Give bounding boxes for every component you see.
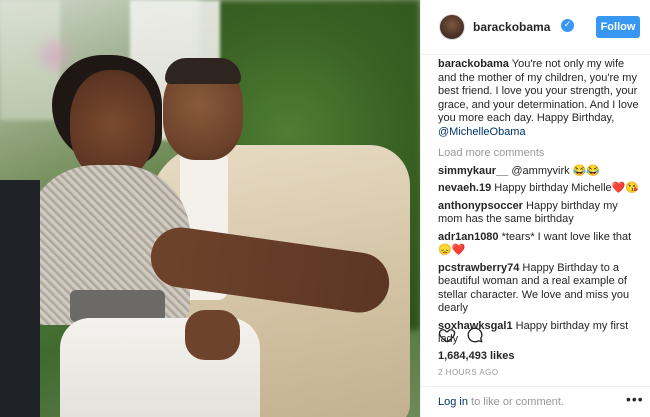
comment-text: Happy birthday Michelle❤️😘 xyxy=(491,182,640,194)
post-photo[interactable] xyxy=(0,0,420,417)
photo-bokeh-flower xyxy=(40,40,70,70)
photo-left-shadow xyxy=(0,180,40,417)
login-link[interactable]: Log in xyxy=(438,396,468,408)
post-side-panel: barackobama ✓ Follow barackobama You're … xyxy=(420,0,650,417)
comment-username[interactable]: simmykaur__ xyxy=(438,165,508,177)
comment-item: anthonypsoccer Happy birthday my mom has… xyxy=(438,200,643,227)
comment-item: simmykaur__ @ammyvirk 😂😂 xyxy=(438,165,643,179)
comment-username[interactable]: nevaeh.19 xyxy=(438,182,491,194)
photo-man-hand xyxy=(185,310,240,360)
more-options-icon[interactable]: ••• xyxy=(626,391,644,407)
post-timestamp: 2 HOURS AGO xyxy=(438,368,499,377)
header-username[interactable]: barackobama xyxy=(473,20,550,34)
photo-woman-head xyxy=(70,70,155,180)
photo-man-hair xyxy=(165,58,241,84)
login-prompt: Log in to like or comment. xyxy=(438,396,564,408)
login-prompt-text: to like or comment. xyxy=(467,396,564,408)
comment-username[interactable]: adr1an1080 xyxy=(438,231,499,243)
caption-username[interactable]: barackobama xyxy=(438,58,509,70)
comment-item: nevaeh.19 Happy birthday Michelle❤️😘 xyxy=(438,182,643,196)
comment-item: pcstrawberry74 Happy Birthday to a beaut… xyxy=(438,262,643,316)
comment-item: adr1an1080 *tears* I want love like that… xyxy=(438,231,643,258)
comment-username[interactable]: anthonypsoccer xyxy=(438,200,523,212)
post-header: barackobama ✓ Follow xyxy=(421,0,650,55)
load-more-comments-link[interactable]: Load more comments xyxy=(438,147,643,161)
verified-badge-icon: ✓ xyxy=(561,19,574,32)
comment-text: @ammyvirk 😂😂 xyxy=(508,164,601,177)
comment-username[interactable]: pcstrawberry74 xyxy=(438,262,519,274)
comment-icon[interactable] xyxy=(466,326,484,344)
follow-button[interactable]: Follow xyxy=(596,16,640,38)
comments-section: barackobama You're not only my wife and … xyxy=(438,58,643,347)
post-caption: barackobama You're not only my wife and … xyxy=(438,58,643,139)
caption-mention-link[interactable]: @MichelleObama xyxy=(438,126,526,138)
likes-count[interactable]: 1,684,493 likes xyxy=(438,350,514,362)
post-footer: Log in to like or comment. ••• xyxy=(421,386,650,417)
post-actions xyxy=(438,326,498,344)
heart-icon[interactable] xyxy=(438,326,456,344)
avatar[interactable] xyxy=(439,14,465,40)
